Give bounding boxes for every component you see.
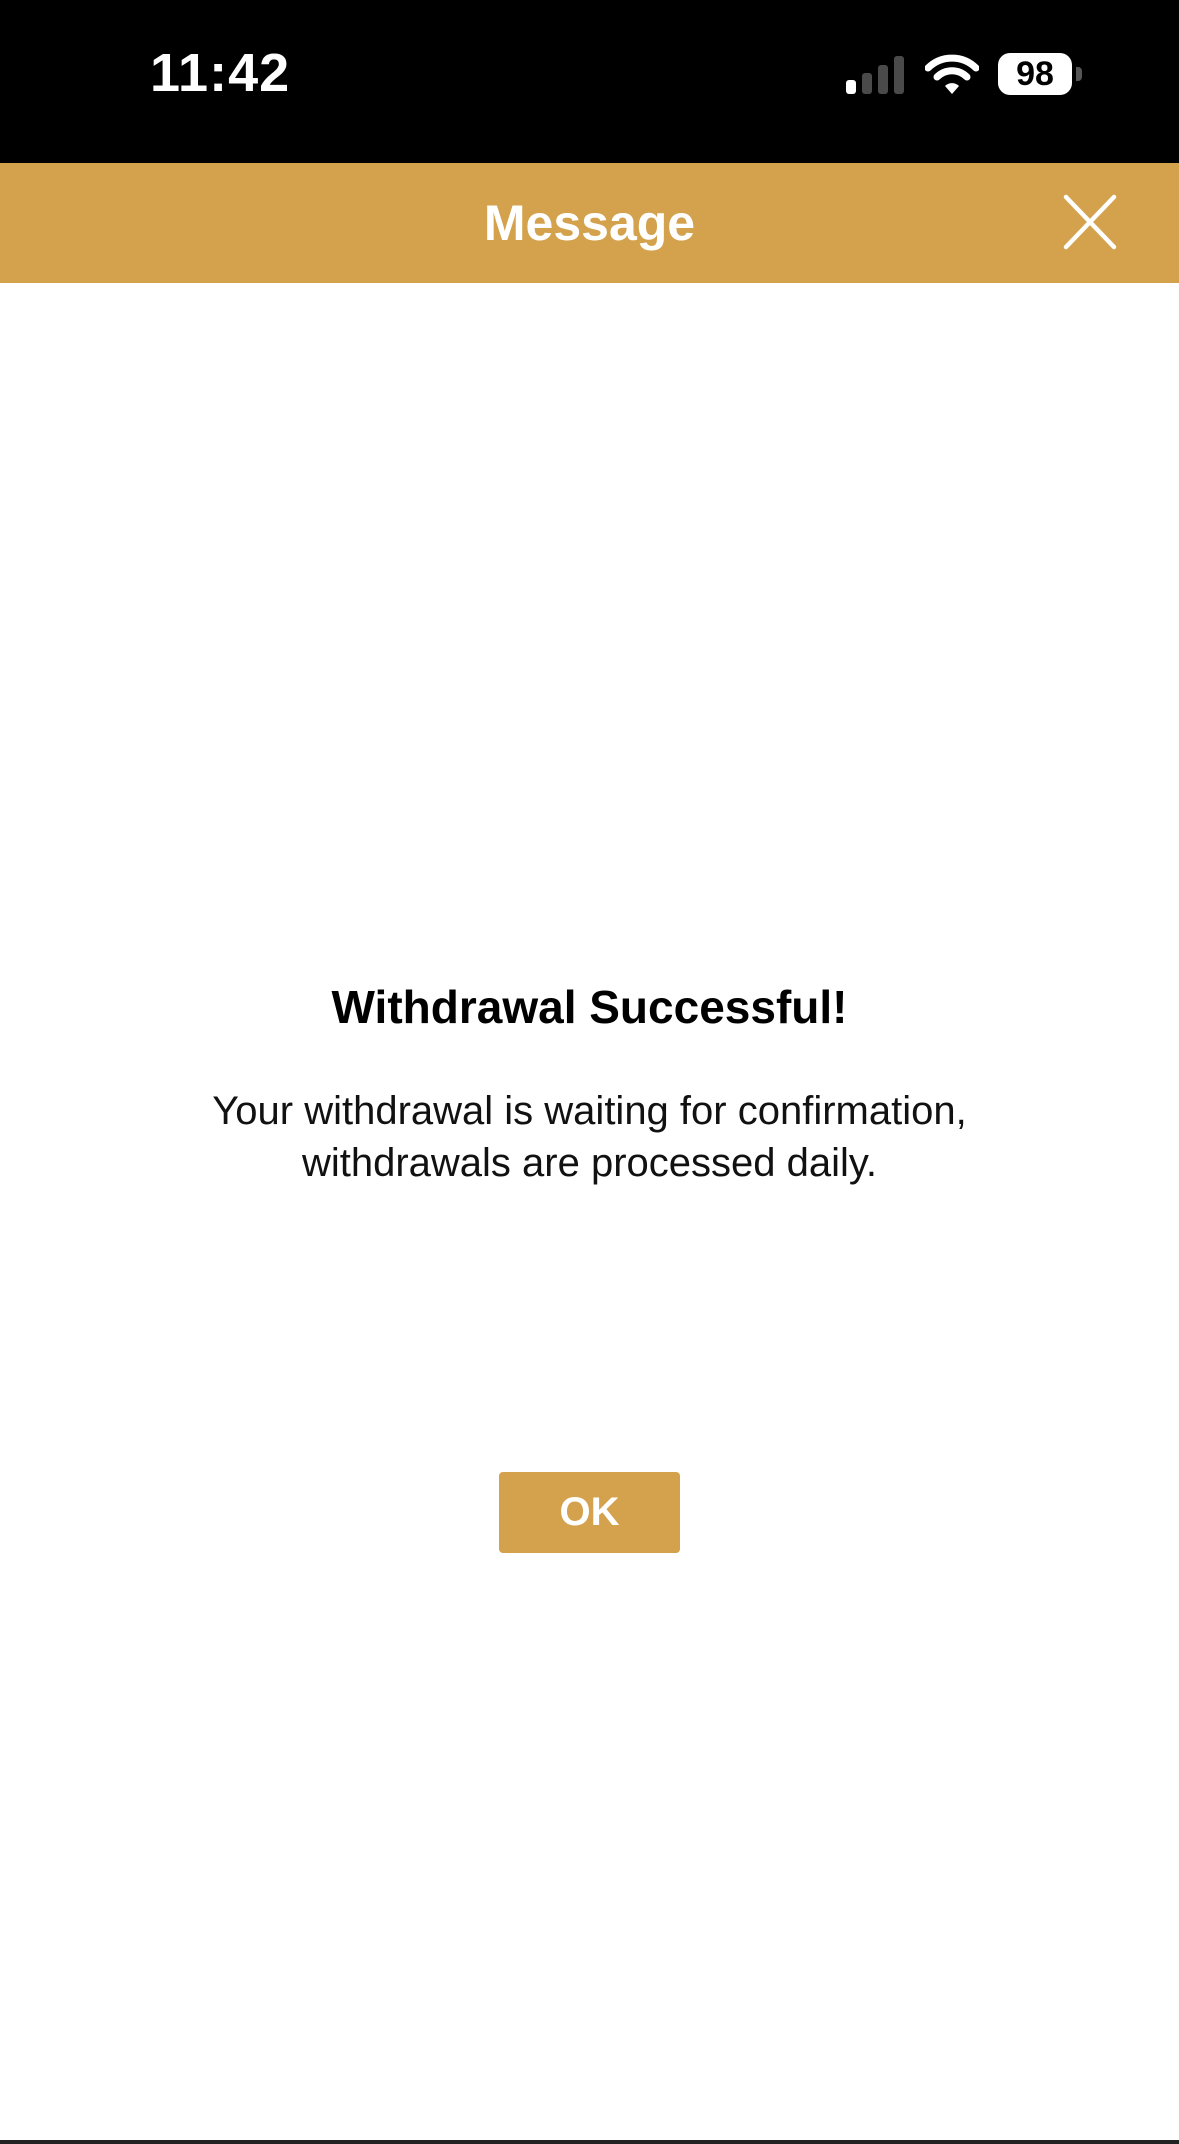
message-screen: 11:42 98 Message Withdrawal Successful! … xyxy=(0,0,1179,2144)
battery-level: 98 xyxy=(1016,55,1054,93)
status-bar: 11:42 98 xyxy=(0,0,1179,163)
close-icon[interactable] xyxy=(1054,191,1124,255)
page-title: Message xyxy=(483,195,696,251)
ok-button[interactable]: OK xyxy=(499,1472,680,1553)
header-bar: Message xyxy=(0,163,1179,283)
message-title: Withdrawal Successful! xyxy=(331,981,848,1033)
bottom-divider xyxy=(0,2140,1179,2144)
status-time: 11:42 xyxy=(150,43,291,103)
wifi-icon xyxy=(925,54,979,94)
battery-icon: 98 xyxy=(998,53,1082,95)
message-body: Your withdrawal is waiting for confirmat… xyxy=(212,1089,967,1185)
cellular-signal-icon xyxy=(846,56,904,94)
